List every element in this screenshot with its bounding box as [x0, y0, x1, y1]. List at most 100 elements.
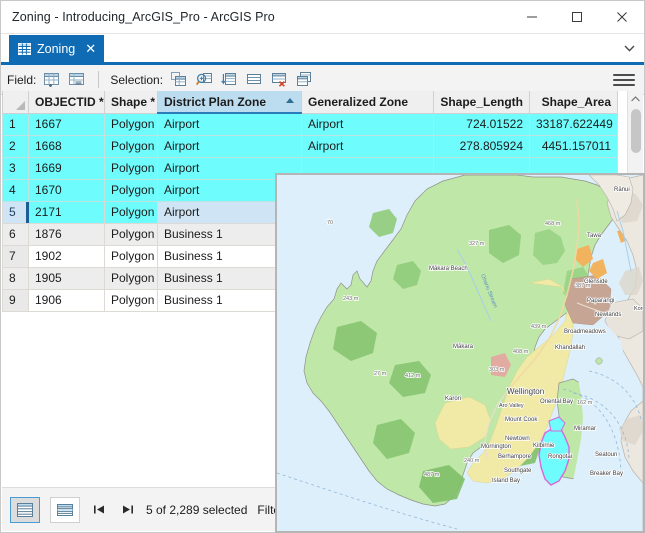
map-place-label: Broadmeadows — [564, 329, 606, 335]
cell-objectid[interactable]: 2171 — [29, 201, 105, 223]
map-place-label: Mount Cook — [505, 417, 538, 423]
window-controls — [509, 1, 644, 33]
map-elevation-label: 70 — [327, 220, 333, 226]
map-place-label: Paparangi — [587, 298, 614, 304]
zoom-to-selection-button[interactable] — [195, 71, 214, 89]
column-header-generalized-zone[interactable]: Generalized Zone — [302, 91, 434, 113]
row-number-cell[interactable]: 4 — [3, 179, 29, 201]
add-field-button[interactable] — [43, 71, 62, 89]
cell-shape[interactable]: Polygon — [105, 135, 158, 157]
delete-selection-button[interactable] — [270, 71, 289, 89]
map-place-label: Oriental Bay — [540, 399, 573, 405]
map-place-label: Mākara Beach — [429, 266, 468, 272]
column-header-objectid[interactable]: OBJECTID * — [29, 91, 105, 113]
cell-shape-length[interactable]: 278.805924 — [434, 135, 530, 157]
cell-objectid[interactable]: 1669 — [29, 157, 105, 179]
tab-zoning[interactable]: Zoning ✕ — [9, 35, 104, 62]
table-row[interactable]: 21668PolygonAirportAirport278.8059244451… — [3, 135, 618, 157]
cell-generalized-zone[interactable]: Airport — [302, 113, 434, 135]
cell-objectid[interactable]: 1876 — [29, 223, 105, 245]
cell-shape[interactable]: Polygon — [105, 245, 158, 267]
map-place-label: Mornington — [481, 444, 511, 450]
copy-selection-button[interactable] — [295, 71, 314, 89]
column-header-shape-length[interactable]: Shape_Length — [434, 91, 530, 113]
row-number-cell[interactable]: 5 — [3, 201, 29, 223]
row-number-cell[interactable]: 6 — [3, 223, 29, 245]
cell-shape[interactable]: Polygon — [105, 157, 158, 179]
cell-shape[interactable]: Polygon — [105, 179, 158, 201]
selection-group-label: Selection: — [110, 73, 163, 87]
select-all-corner-button[interactable] — [3, 91, 29, 113]
cell-shape-length[interactable]: 724.01522 — [434, 113, 530, 135]
select-by-attributes-button[interactable] — [170, 71, 189, 89]
map-place-label: Newtown — [505, 436, 530, 442]
cell-shape[interactable]: Polygon — [105, 113, 158, 135]
map-place-label: Rānui — [614, 187, 630, 193]
tab-strip: Zoning ✕ — [1, 34, 644, 62]
minimize-button[interactable] — [509, 1, 554, 33]
map-place-label: Tawa — [587, 233, 602, 239]
column-header-shape-area[interactable]: Shape_Area — [530, 91, 618, 113]
cell-objectid[interactable]: 1902 — [29, 245, 105, 267]
row-number-cell[interactable]: 8 — [3, 267, 29, 289]
row-number-cell[interactable]: 2 — [3, 135, 29, 157]
column-header-shape[interactable]: Shape * — [105, 91, 158, 113]
map-place-label: Berhampore — [498, 454, 532, 460]
map-place-label: Kilbirnie — [533, 443, 555, 449]
map-canvas: RānuiTawaGlensidePaparangiNewlandsKoroko… — [277, 175, 643, 531]
cell-objectid[interactable]: 1906 — [29, 289, 105, 311]
first-record-button[interactable] — [90, 500, 108, 520]
row-number-cell[interactable]: 3 — [3, 157, 29, 179]
select-all-triangle-icon — [16, 101, 25, 110]
map-elevation-label: 439 m — [531, 324, 547, 330]
table-grid-icon — [18, 43, 31, 55]
row-number-cell[interactable]: 7 — [3, 245, 29, 267]
map-place-label: Wellington — [507, 387, 544, 396]
maximize-button[interactable] — [554, 1, 599, 33]
table-row[interactable]: 11667PolygonAirportAirport724.0152233187… — [3, 113, 618, 135]
cell-shape-area[interactable]: 4451.157011 — [530, 135, 618, 157]
related-records-view-button[interactable] — [50, 497, 80, 523]
scroll-up-arrow-icon[interactable] — [628, 91, 643, 107]
row-number-cell[interactable]: 1 — [3, 113, 29, 135]
title-bar: Zoning - Introducing_ArcGIS_Pro - ArcGIS… — [1, 1, 644, 34]
tab-close-icon[interactable]: ✕ — [85, 42, 96, 55]
map-elevation-label: 412 m — [405, 373, 421, 379]
map-elevation-label: 243 m — [343, 296, 359, 302]
window-title: Zoning - Introducing_ArcGIS_Pro - ArcGIS… — [1, 10, 275, 24]
cell-objectid[interactable]: 1668 — [29, 135, 105, 157]
map-elevation-label: 240 m — [464, 458, 480, 464]
cell-shape[interactable]: Polygon — [105, 201, 158, 223]
tab-overflow-chevron-down-icon[interactable] — [614, 35, 644, 62]
column-header-district-plan-zone[interactable]: District Plan Zone — [158, 91, 302, 113]
calculate-field-button[interactable] — [68, 71, 87, 89]
cell-objectid[interactable]: 1670 — [29, 179, 105, 201]
table-view-button[interactable] — [10, 497, 40, 523]
switch-selection-button[interactable] — [220, 71, 239, 89]
cell-shape[interactable]: Polygon — [105, 267, 158, 289]
map-elevation-label: 468 m — [545, 221, 561, 227]
cell-objectid[interactable]: 1905 — [29, 267, 105, 289]
map-elevation-label: 27 m — [374, 371, 387, 377]
row-number-cell[interactable]: 9 — [3, 289, 29, 311]
cell-district-plan-zone[interactable]: Airport — [158, 135, 302, 157]
table-header-row: OBJECTID * Shape * District Plan Zone Ge… — [3, 91, 618, 113]
last-record-button[interactable] — [118, 500, 136, 520]
cell-shape[interactable]: Polygon — [105, 289, 158, 311]
table-options-menu-button[interactable] — [613, 70, 638, 90]
selection-count-status: 5 of 2,289 selected — [146, 503, 247, 517]
map-place-label: Khandallah — [555, 345, 585, 351]
map-view[interactable]: RānuiTawaGlensidePaparangiNewlandsKoroko… — [275, 173, 645, 533]
map-place-label: Newlands — [595, 312, 621, 318]
cell-shape-area[interactable]: 33187.622449 — [530, 113, 618, 135]
cell-shape[interactable]: Polygon — [105, 223, 158, 245]
cell-district-plan-zone[interactable]: Airport — [158, 113, 302, 135]
field-group-label: Field: — [7, 73, 36, 87]
map-place-label: Seatoun — [595, 452, 617, 458]
cell-generalized-zone[interactable]: Airport — [302, 135, 434, 157]
clear-selection-button[interactable] — [245, 71, 264, 89]
map-place-label: Miramar — [574, 426, 596, 432]
cell-objectid[interactable]: 1667 — [29, 113, 105, 135]
close-button[interactable] — [599, 1, 644, 33]
scrollbar-thumb[interactable] — [631, 109, 641, 153]
